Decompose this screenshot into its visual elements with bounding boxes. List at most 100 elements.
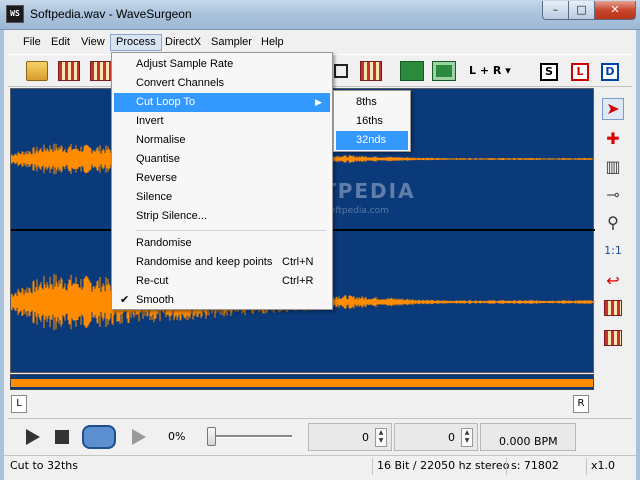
undo-icon[interactable]: ↩	[602, 270, 624, 292]
midi-reel-icon[interactable]	[90, 61, 112, 81]
menu-item-label: Normalise	[136, 134, 186, 146]
menu-shortcut: Ctrl+R	[282, 275, 314, 287]
menu-item-smooth[interactable]: ✔ Smooth	[114, 291, 330, 310]
status-zoom: x1.0	[586, 458, 619, 475]
position-percent: 0%	[168, 430, 186, 443]
menu-item-silence[interactable]: Silence	[114, 188, 330, 207]
menu-item-strip-silence[interactable]: Strip Silence...	[114, 207, 330, 226]
menu-item-label: Quantise	[136, 153, 181, 165]
menu-item-cut-loop-to[interactable]: Cut Loop To ▶	[114, 93, 330, 112]
process-menu: Adjust Sample Rate Convert Channels Cut …	[111, 52, 333, 310]
menu-item-convert-channels[interactable]: Convert Channels	[114, 74, 330, 93]
reel-icon[interactable]	[604, 300, 622, 316]
loop-play-button[interactable]	[82, 425, 116, 449]
menu-view[interactable]: View	[76, 34, 110, 51]
menu-item-label: Silence	[136, 191, 173, 203]
menu-bar: File Edit View Process DirectX Sampler H…	[8, 32, 632, 52]
menu-help[interactable]: Help	[256, 34, 289, 51]
crop-icon[interactable]	[334, 64, 348, 78]
spin-icon[interactable]: ▲ ▼	[375, 428, 387, 447]
mode-l-button[interactable]: L	[571, 63, 589, 81]
end-value: 0	[448, 431, 455, 444]
play-icon	[132, 429, 146, 445]
spin-icon[interactable]: ▲ ▼	[461, 428, 473, 447]
menu-separator	[136, 230, 326, 231]
channel-label: L + R	[469, 64, 502, 77]
status-bar: Cut to 32ths 16 Bit / 22050 hz stereo s:…	[4, 455, 636, 476]
menu-item-label: Re-cut	[136, 275, 169, 287]
bpm-value: 0.000 BPM	[499, 435, 558, 448]
submenu-item-32nds[interactable]: 32nds	[336, 131, 408, 150]
end-field[interactable]: 0 ▲ ▼	[394, 423, 478, 451]
menu-item-reverse[interactable]: Reverse	[114, 169, 330, 188]
status-samples: s: 71802	[506, 458, 563, 475]
submenu-arrow-icon: ▶	[315, 97, 322, 107]
menu-item-label: Invert	[136, 115, 164, 127]
tool-palette: ➤ ✚ ▥ ⊸ ⚲ 1:1 ↩	[598, 90, 628, 360]
mode-s-button[interactable]: S	[540, 63, 558, 81]
menu-item-label: Randomise	[136, 237, 192, 249]
menu-item-label: Convert Channels	[136, 77, 225, 89]
menu-item-randomise[interactable]: Randomise	[114, 234, 330, 253]
chip-icon[interactable]	[432, 61, 456, 81]
start-field[interactable]: 0 ▲ ▼	[308, 423, 392, 451]
menu-item-label: Smooth	[136, 294, 174, 306]
menu-item-adjust-sample-rate[interactable]: Adjust Sample Rate	[114, 55, 330, 74]
pin-icon[interactable]: ⊸	[602, 184, 624, 206]
menu-item-label: Strip Silence...	[136, 210, 207, 222]
channel-select[interactable]: L + R ▾	[469, 64, 511, 77]
menu-edit[interactable]: Edit	[46, 34, 75, 51]
position-slider-thumb[interactable]	[207, 427, 216, 446]
menu-item-label: Randomise and keep points	[136, 256, 273, 268]
menu-shortcut: Ctrl+N	[282, 256, 314, 268]
menu-item-re-cut[interactable]: Re-cut Ctrl+R	[114, 272, 330, 291]
status-format: 16 Bit / 22050 hz stereo	[372, 458, 513, 475]
menu-process[interactable]: Process	[110, 34, 162, 51]
menu-item-randomise-keep-points[interactable]: Randomise and keep points Ctrl+N	[114, 253, 330, 272]
stop-button[interactable]	[50, 426, 74, 448]
left-marker[interactable]: L	[11, 395, 27, 413]
pointer-icon[interactable]: ➤	[602, 98, 624, 120]
zoom-icon[interactable]: ⚲	[602, 212, 624, 234]
loop-region[interactable]	[11, 379, 593, 387]
play-button[interactable]	[20, 426, 44, 448]
close-button[interactable]: ✕	[594, 1, 636, 20]
mode-d-button[interactable]: D	[601, 63, 619, 81]
menu-sampler[interactable]: Sampler	[206, 34, 257, 51]
add-icon[interactable]: ✚	[602, 128, 624, 150]
check-icon: ✔	[120, 294, 130, 306]
menu-item-invert[interactable]: Invert	[114, 112, 330, 131]
status-message: Cut to 32ths	[10, 459, 79, 472]
open-folder-icon[interactable]	[26, 61, 48, 81]
menu-directx[interactable]: DirectX	[160, 34, 206, 51]
cut-loop-submenu: 8ths 16ths 32nds	[333, 90, 411, 152]
position-slider-track[interactable]	[208, 435, 292, 438]
menu-item-normalise[interactable]: Normalise	[114, 131, 330, 150]
title-bar: WS Softpedia.wav - WaveSurgeon – □ ✕	[0, 0, 640, 30]
stop-icon	[55, 430, 69, 444]
right-marker[interactable]: R	[573, 395, 589, 413]
menu-item-quantise[interactable]: Quantise	[114, 150, 330, 169]
marker-row: L R	[10, 392, 594, 414]
save-reel-icon[interactable]	[58, 61, 80, 81]
reel-icon[interactable]	[360, 61, 382, 81]
menu-file[interactable]: File	[18, 34, 46, 51]
menu-item-label: Adjust Sample Rate	[136, 58, 234, 70]
menu-item-label: Reverse	[136, 172, 177, 184]
trash-icon[interactable]: ▥	[602, 156, 624, 178]
zoom-reset-icon[interactable]: 1:1	[602, 240, 624, 262]
submenu-item-8ths[interactable]: 8ths	[336, 93, 408, 112]
reel-icon[interactable]	[604, 330, 622, 346]
bpm-field: 0.000 BPM	[480, 423, 576, 451]
loop-bar[interactable]	[10, 374, 594, 390]
app-icon: WS	[6, 5, 24, 23]
play-icon	[26, 429, 40, 445]
window-title: Softpedia.wav - WaveSurgeon	[30, 7, 192, 21]
maximize-button[interactable]: □	[568, 1, 595, 20]
submenu-item-16ths[interactable]: 16ths	[336, 112, 408, 131]
minimize-button[interactable]: –	[542, 1, 569, 20]
start-value: 0	[362, 431, 369, 444]
play-selection-button[interactable]	[126, 426, 150, 448]
chevron-down-icon: ▾	[505, 64, 511, 77]
chip-icon[interactable]	[400, 61, 424, 81]
